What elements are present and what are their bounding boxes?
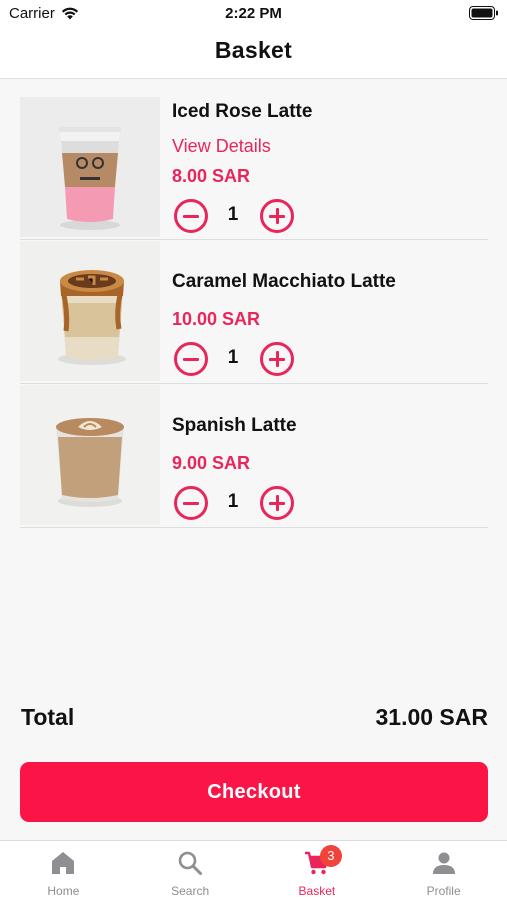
basket-item: Caramel Macchiato Latte 10.00 SAR 1 xyxy=(20,240,488,384)
basket-screen: Carrier 2:22 PM Basket Iced Rose Latte V… xyxy=(0,0,507,900)
basket-count-badge: 3 xyxy=(319,845,342,867)
increase-quantity-button[interactable] xyxy=(260,199,294,233)
view-details-link[interactable]: View Details xyxy=(172,136,271,157)
tab-home[interactable]: Home xyxy=(0,841,127,900)
total-label: Total xyxy=(21,704,75,730)
decrease-quantity-button[interactable] xyxy=(174,486,208,520)
total-amount: 31.00 SAR xyxy=(375,704,488,730)
decrease-quantity-button[interactable] xyxy=(174,342,208,376)
status-bar: Carrier 2:22 PM xyxy=(0,0,507,28)
checkout-button[interactable]: Checkout xyxy=(20,762,488,822)
total-row: Total 31.00 SAR xyxy=(21,704,488,734)
product-image xyxy=(20,241,160,381)
quantity-stepper: 1 xyxy=(172,486,294,522)
product-price: 8.00 SAR xyxy=(172,166,251,186)
quantity-stepper: 1 xyxy=(172,199,294,235)
product-name: Caramel Macchiato Latte xyxy=(172,271,396,292)
page-title: Basket xyxy=(214,37,293,63)
product-price: 10.00 SAR xyxy=(172,309,261,329)
home-icon xyxy=(52,852,75,874)
quantity-value: 1 xyxy=(227,491,239,512)
tab-profile[interactable]: Profile xyxy=(380,841,507,900)
product-name: Iced Rose Latte xyxy=(172,101,313,122)
product-image xyxy=(20,97,160,237)
person-icon xyxy=(432,852,455,874)
increase-quantity-button[interactable] xyxy=(260,342,294,376)
tab-basket[interactable]: 3 Basket xyxy=(254,841,381,900)
product-name: Spanish Latte xyxy=(172,415,297,436)
tab-bar: Home Search 3 Basket Profile xyxy=(0,840,507,900)
tab-label: Home xyxy=(47,884,80,898)
quantity-value: 1 xyxy=(227,204,239,225)
nav-header: Basket xyxy=(0,28,507,79)
tab-search[interactable]: Search xyxy=(127,841,254,900)
quantity-stepper: 1 xyxy=(172,342,294,378)
tab-label: Profile xyxy=(426,884,461,898)
battery-icon xyxy=(469,6,498,20)
basket-item: Spanish Latte 9.00 SAR 1 xyxy=(20,384,488,528)
status-time: 2:22 PM xyxy=(225,5,282,22)
increase-quantity-button[interactable] xyxy=(260,486,294,520)
basket-item: Iced Rose Latte View Details 8.00 SAR 1 xyxy=(20,96,488,240)
decrease-quantity-button[interactable] xyxy=(174,199,208,233)
product-price: 9.00 SAR xyxy=(172,453,251,473)
tab-label: Search xyxy=(171,884,210,898)
basket-list: Iced Rose Latte View Details 8.00 SAR 1 xyxy=(20,96,488,528)
quantity-value: 1 xyxy=(227,347,239,368)
product-image xyxy=(20,385,160,525)
tab-label: Basket xyxy=(298,884,336,898)
search-icon xyxy=(178,851,203,875)
